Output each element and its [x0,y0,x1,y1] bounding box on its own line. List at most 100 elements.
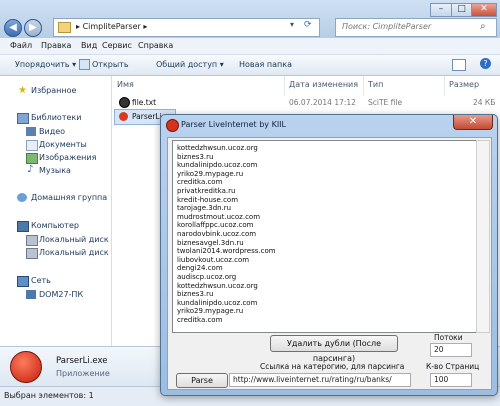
minimize-button[interactable]: – [430,3,452,17]
menu-view[interactable]: Вид [81,41,97,50]
results-scrollbar[interactable] [476,140,490,333]
result-line: kundalinipdo.ucoz.com [177,298,258,307]
nav-network-pc[interactable]: DOM27-ПК [39,290,83,299]
nav-video[interactable]: Видео [39,127,65,136]
search-box[interactable]: Поиск: CimpliteParser ⌕ [335,18,497,37]
refresh-icon[interactable]: ⟳ [304,20,316,34]
nav-network[interactable]: Сеть [31,276,51,285]
back-button[interactable]: ◀ [4,19,22,37]
url-input[interactable]: http://www.liveinternet.ru/rating/ru/ban… [229,373,411,387]
video-icon [26,127,36,136]
result-line: liubovkout.ucoz.com [177,255,250,264]
result-line: kredit-house.com [177,195,239,204]
result-line: biznes3.ru [177,152,214,161]
nav-homegroup[interactable]: Домашняя группа [31,193,107,202]
column-date[interactable]: Дата изменения [289,80,358,89]
menu-help[interactable]: Справка [138,41,173,50]
column-size[interactable]: Размер [449,80,479,89]
table-row[interactable]: file.txt 06.07.2014 17:12 SciTE file 24 … [112,95,500,109]
music-icon: ♪ [27,164,34,175]
result-line: kundalinipdo.ucoz.com [177,161,258,170]
search-icon[interactable]: ⌕ [480,21,486,32]
parser-app-large-icon [10,351,42,383]
back-arrow-icon: ◀ [9,22,17,33]
search-input[interactable]: Поиск: CimpliteParser [342,22,431,31]
drive-icon [26,248,38,259]
parse-button[interactable]: Parse [176,373,228,388]
menu-service[interactable]: Сервис [102,41,132,50]
close-button[interactable]: ✕ [471,3,497,17]
new-folder-button[interactable]: Новая папка [239,60,292,69]
column-divider[interactable] [444,76,445,96]
file-date: 06.07.2014 17:12 [289,98,356,107]
help-icon[interactable]: ? [480,58,491,69]
documents-icon [26,140,38,151]
dialog-close-button[interactable]: ✕ [453,115,493,130]
result-line: creditka.com [177,178,223,187]
link-label: Ссылка на катерогию, для парсинга [260,362,405,371]
result-line: kottedzhwsun.ucoz.org [177,144,258,152]
column-divider[interactable] [363,76,364,96]
share-button[interactable]: Общий доступ ▾ [156,60,224,69]
parser-app-icon [166,119,179,132]
details-file-type: Приложение [56,369,110,378]
nav-documents[interactable]: Документы [39,140,87,149]
dialog-client: kottedzhwsun.ucoz.org biznes3.ru kundalini… [167,137,492,390]
result-line: dengi24.com [177,264,223,273]
nav-favorites[interactable]: Избранное [31,86,76,95]
column-divider[interactable] [284,76,285,96]
open-button[interactable]: Открыть [92,60,129,69]
result-line: tarojage.3dn.ru [177,204,232,213]
result-line: twolani2014.wordpress.com [177,247,276,256]
result-line: biznesavgel.3dn.ru [177,238,244,247]
maximize-button[interactable]: □ [451,3,472,17]
chevron-down-icon[interactable]: ▾ [290,20,302,34]
nav-drive-c[interactable]: Локальный диск (C [39,235,120,244]
command-bar: Упорядочить ▾ Открыть Общий доступ ▾ Нов… [0,55,500,76]
pictures-icon [26,153,38,164]
forward-button[interactable]: ▶ [24,19,42,37]
result-line: mudrostmout.ucoz.com [177,212,261,221]
open-icon [79,59,90,70]
results-textarea[interactable]: kottedzhwsun.ucoz.org biznes3.ru kundalini… [172,140,477,333]
dedupe-button[interactable]: Удалить дубли (После парсинга) [270,335,398,363]
library-icon [17,113,29,124]
parser-dialog: Parser LiveInternet by KIIL ✕ kottedzhws… [160,114,498,396]
threads-input[interactable]: 20 [430,343,472,357]
computer-icon [17,221,29,232]
menu-edit[interactable]: Правка [41,41,71,50]
view-icon[interactable] [452,59,466,71]
file-name: file.txt [132,98,157,107]
result-line: yriko29.mypage.ru [177,169,244,178]
result-line: korollaffppc.ucoz.com [177,221,254,230]
pages-label: К-во Страниц [426,362,480,371]
result-line: privatkreditka.ru [177,186,236,195]
explorer-titlebar: – □ ✕ ◀ ▶ ▸ CimpliteParser ▸ ▾ ⟳ Поиск: … [0,0,500,38]
results-list: kottedzhwsun.ucoz.org biznes3.ru kundalini… [177,144,276,324]
result-line: yriko29.mypage.ru [177,307,244,316]
column-type[interactable]: Тип [368,80,383,89]
nav-music[interactable]: Музыка [39,166,71,175]
nav-libraries[interactable]: Библиотеки [31,113,81,122]
address-bar[interactable]: ▸ CimpliteParser ▸ ▾ ⟳ [53,18,320,37]
nav-drive-d[interactable]: Локальный диск (D [39,248,121,257]
menu-bar: Файл Правка Вид Сервис Справка [0,38,500,55]
nav-pictures[interactable]: Изображения [39,153,96,162]
dialog-title: Parser LiveInternet by KIIL [181,120,286,129]
forward-arrow-icon: ▶ [29,22,37,33]
result-line: biznes3.ru [177,290,214,299]
file-size: 24 КБ [473,98,496,107]
nav-computer[interactable]: Компьютер [31,221,79,230]
organize-button[interactable]: Упорядочить ▾ [15,60,76,69]
column-name[interactable]: Имя [117,80,134,89]
menu-file[interactable]: Файл [10,41,32,50]
pc-icon [26,290,36,299]
pages-input[interactable]: 100 [430,373,472,387]
parser-app-icon [119,112,128,121]
homegroup-icon [17,193,27,202]
star-icon: ★ [18,85,27,96]
network-icon [17,276,29,287]
drive-icon [26,235,38,246]
details-file-name: ParserLi.exe [56,356,108,366]
file-type: SciTE file [368,98,403,107]
